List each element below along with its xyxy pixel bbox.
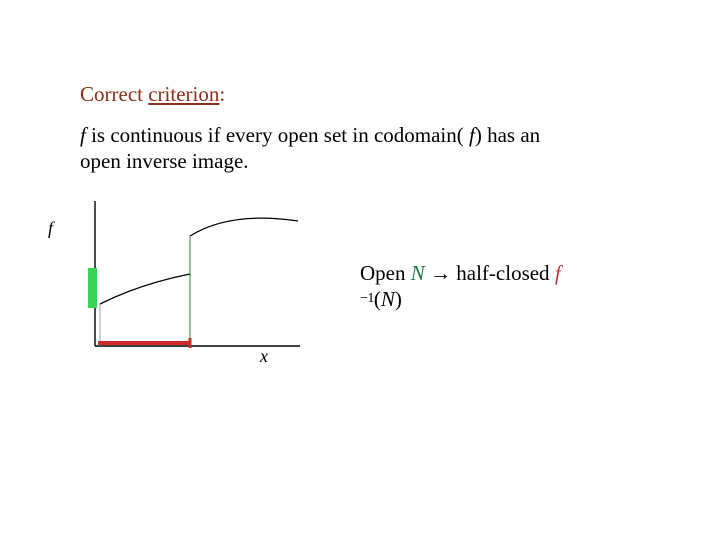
criterion-text: f is continuous if every open set in cod…	[80, 122, 560, 175]
open-word: Open	[360, 261, 411, 285]
open-N: N	[411, 261, 425, 285]
paren-N: N	[381, 287, 395, 311]
open-paren: (	[374, 287, 381, 311]
mapping-text: Open N → half-closed f −1(N)	[360, 260, 590, 313]
page-title: Correct criterion:	[80, 82, 225, 107]
arrow-phrase: → half-closed	[425, 261, 555, 285]
heading-underlined: criterion	[148, 82, 219, 106]
figure-svg	[40, 196, 320, 371]
open-set-N	[88, 268, 97, 308]
curve-upper	[190, 218, 298, 236]
heading-prefix: Correct	[80, 82, 148, 106]
heading-suffix: :	[219, 82, 225, 106]
mapping-f: f	[555, 261, 561, 285]
curve-lower	[100, 274, 190, 304]
slide: Correct criterion: f is continuous if ev…	[0, 0, 720, 540]
figure: f x	[40, 196, 320, 371]
close-paren: )	[395, 287, 402, 311]
y-axis-label: f	[48, 218, 53, 239]
criterion-rest: is continuous if every open set in codom…	[86, 123, 469, 147]
x-axis-label: x	[260, 346, 268, 367]
inverse-superscript: −1	[360, 291, 374, 306]
